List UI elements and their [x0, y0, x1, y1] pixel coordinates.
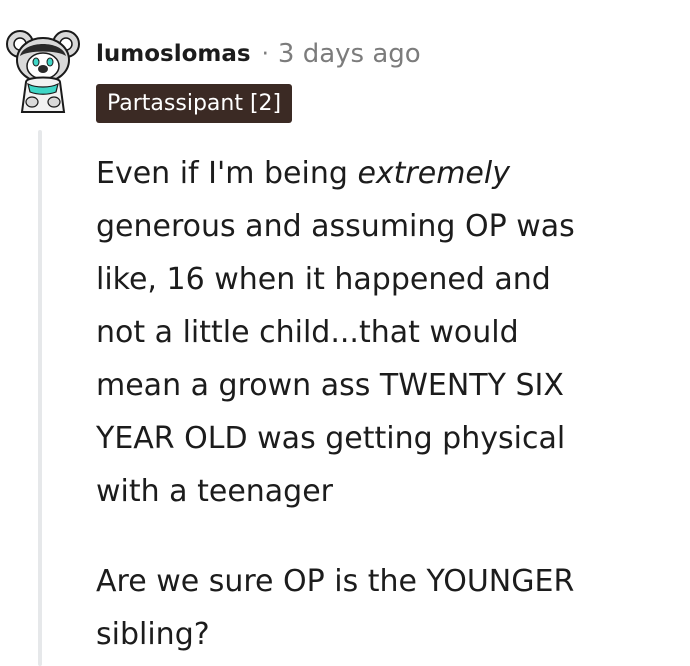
comment-line: not a little child...that would — [96, 315, 519, 350]
comment-line: Are we sure OP is the YOUNGER — [96, 564, 575, 599]
comment-line: sibling? — [96, 617, 210, 652]
comment: lumoslomas · 3 days ago Partassipant [2]… — [0, 0, 690, 666]
comment-text: Even if I'm being — [96, 156, 358, 191]
comment-body: Even if I'm being extremely generous and… — [96, 147, 676, 661]
comment-line: generous and assuming OP was — [96, 209, 575, 244]
user-avatar-icon[interactable] — [6, 26, 80, 114]
comment-meta: lumoslomas · 3 days ago — [96, 34, 421, 74]
comment-line: YEAR OLD was getting physical — [96, 421, 566, 456]
comment-line: Even if I'm being extremely — [96, 147, 676, 200]
comment-paragraph-2: Are we sure OP is the YOUNGER sibling? — [96, 555, 676, 661]
username-link[interactable]: lumoslomas — [96, 41, 251, 67]
thread-line[interactable] — [38, 130, 42, 666]
comment-line: like, 16 when it happened and — [96, 262, 551, 297]
user-flair-badge: Partassipant [2] — [96, 84, 293, 123]
meta-separator: · — [261, 41, 269, 67]
comment-paragraph-1: Even if I'm being extremely generous and… — [96, 147, 676, 518]
comment-line: with a teenager — [96, 474, 334, 509]
timestamp-link[interactable]: 3 days ago — [278, 39, 421, 69]
comment-line: mean a grown ass TWENTY SIX — [96, 368, 564, 403]
comment-emphasis: extremely — [357, 156, 510, 191]
